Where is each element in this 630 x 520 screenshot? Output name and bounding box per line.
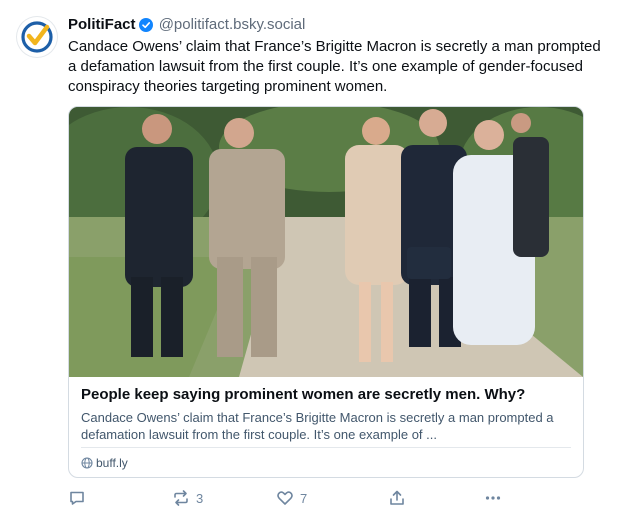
heart-icon [277,491,293,505]
repost-button[interactable]: 3 [172,487,203,509]
card-domain: buff.ly [81,455,128,471]
link-card[interactable]: People keep saying prominent women are s… [68,106,584,478]
card-title: People keep saying prominent women are s… [81,386,526,403]
repost-icon [174,490,188,506]
politifact-logo-icon [21,21,53,53]
more-options-button[interactable] [484,487,502,509]
post[interactable]: PolitiFact @politifact.bsky.social Canda… [0,0,630,520]
author-handle[interactable]: @politifact.bsky.social [159,16,306,33]
author-name[interactable]: PolitiFact [68,16,136,33]
share-button[interactable] [388,487,406,509]
verified-badge-icon[interactable] [138,18,153,38]
card-image [69,107,583,377]
globe-icon [81,457,93,469]
repost-count: 3 [196,490,204,506]
avatar[interactable] [16,16,58,58]
card-description: Candace Owens’ claim that France’s Brigi… [81,410,554,442]
share-icon [390,490,404,505]
like-count: 7 [300,490,308,506]
reply-bubble-icon [70,491,84,505]
more-dots-icon [485,496,501,500]
reply-button[interactable] [68,487,92,509]
post-actions: 3 7 [0,487,630,509]
post-header: PolitiFact @politifact.bsky.social [68,15,305,38]
like-button[interactable]: 7 [276,487,307,509]
post-text: Candace Owens’ claim that France’s Brigi… [68,38,601,95]
card-divider [81,447,571,448]
card-domain-label: buff.ly [96,456,128,470]
